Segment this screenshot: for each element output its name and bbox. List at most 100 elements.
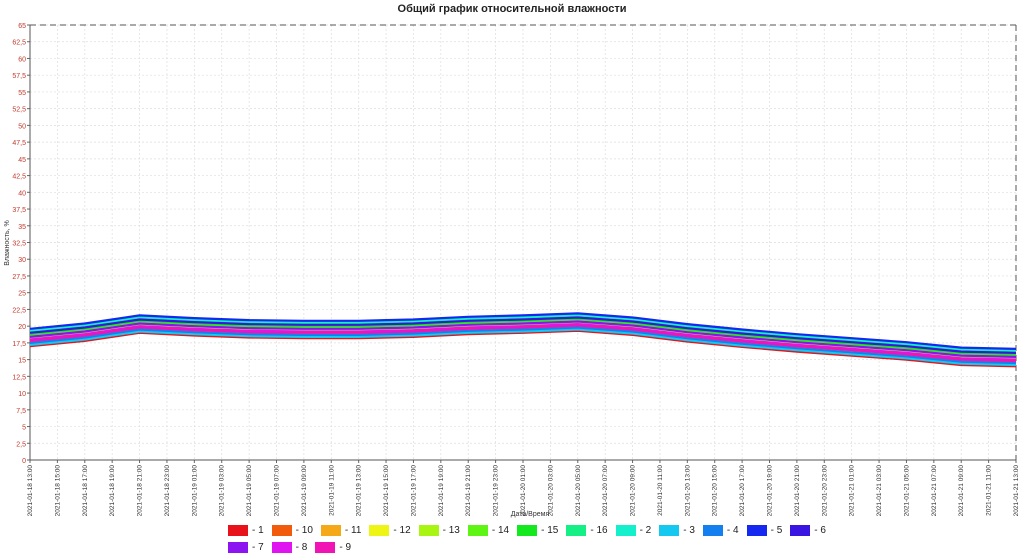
y-tick-label: 32,5	[12, 241, 26, 248]
legend-label: - 14	[491, 525, 510, 536]
x-tick-label: 2021-01-21 05:00	[903, 465, 910, 517]
legend-item-2: - 2	[615, 523, 652, 538]
x-tick-label: 2021-01-20 23:00	[821, 465, 828, 517]
x-tick-label: 2021-01-18 23:00	[164, 465, 171, 517]
y-tick-label: 2,5	[16, 441, 26, 448]
legend-label: - 7	[252, 542, 264, 553]
x-tick-label: 2021-01-21 03:00	[876, 465, 883, 517]
y-tick-label: 27,5	[12, 274, 26, 281]
gridlines	[29, 24, 1017, 461]
y-tick-label: 42,5	[12, 174, 26, 181]
legend-label: - 5	[770, 525, 783, 536]
legend-swatch	[320, 525, 341, 536]
x-tick-label: 2021-01-19 15:00	[383, 465, 390, 517]
x-tick-label: 2021-01-20 17:00	[739, 465, 746, 517]
legend-item-7: - 7	[228, 540, 264, 555]
x-tick-label: 2021-01-21 07:00	[931, 465, 938, 517]
x-tick-label: 2021-01-18 15:00	[54, 465, 61, 517]
legend-swatch	[418, 525, 439, 536]
y-tick-label: 10	[18, 391, 26, 398]
legend-item-11: - 11	[320, 523, 361, 538]
legend-swatch	[615, 525, 636, 536]
y-tick-label: 22,5	[12, 307, 26, 314]
legend-label: - 4	[726, 525, 739, 536]
x-tick-label: 2021-01-20 11:00	[657, 465, 664, 516]
legend-label: - 10	[295, 525, 313, 536]
y-tick-label: 35	[18, 224, 26, 231]
x-tick-label: 2021-01-18 21:00	[137, 465, 144, 517]
y-tick-label: 7,5	[16, 408, 26, 415]
y-tick-label: 55	[18, 90, 26, 97]
legend-label: - 9	[339, 542, 352, 553]
y-tick-label: 17,5	[12, 341, 26, 348]
x-tick-label: 2021-01-19 07:00	[274, 465, 281, 517]
legend-label: - 8	[295, 542, 308, 553]
x-tick-label: 2021-01-19 17:00	[410, 465, 417, 517]
y-tick-label: 50	[18, 123, 26, 130]
legend-label: - 16	[590, 525, 608, 536]
legend-swatch	[566, 525, 587, 536]
legend-item-4: - 4	[702, 523, 739, 538]
legend-label: - 3	[683, 525, 695, 536]
legend-item-5: - 5	[746, 523, 783, 538]
legend-item-13: - 13	[418, 523, 460, 538]
legend-swatch	[315, 542, 336, 553]
legend-swatch	[271, 542, 292, 553]
legend-label: - 1	[252, 525, 264, 536]
legend-swatch	[702, 525, 723, 536]
legend-swatch	[517, 525, 538, 536]
y-tick-label: 65	[18, 23, 26, 30]
legend-item-6: - 6	[790, 523, 826, 538]
legend-label: - 2	[639, 525, 652, 536]
legend-swatch	[467, 525, 488, 536]
x-tick-label: 2021-01-19 11:00	[328, 465, 335, 516]
legend-swatch	[659, 525, 680, 536]
legend-item-16: - 16	[566, 523, 608, 538]
y-tick-label: 0	[22, 458, 26, 465]
x-tick-label: 2021-01-20 09:00	[630, 465, 637, 517]
x-tick-label: 2021-01-19 09:00	[301, 465, 308, 517]
x-tick-label: 2021-01-19 03:00	[219, 465, 226, 517]
x-tick-label: 2021-01-20 13:00	[684, 465, 691, 517]
legend-swatch	[369, 525, 390, 536]
x-tick-label: 2021-01-20 01:00	[520, 465, 527, 517]
legend-item-14: - 14	[467, 523, 510, 538]
x-tick-label: 2021-01-20 07:00	[602, 465, 609, 517]
x-tick-label: 2021-01-20 03:00	[547, 465, 554, 517]
y-tick-label: 62,5	[12, 40, 26, 47]
x-tick-label: 2021-01-21 09:00	[958, 465, 965, 517]
legend-label: - 15	[541, 525, 559, 536]
legend-item-1: - 1	[228, 523, 264, 538]
axis-labels: 02,557,51012,51517,52022,52527,53032,535…	[4, 23, 1020, 518]
legend: - 1 - 10 - 11 - 12 - 13 - 14 - 15 - 16 - 2 - 3 - 4…	[228, 523, 848, 557]
legend-label: - 13	[442, 525, 460, 536]
x-tick-label: 2021-01-19 13:00	[356, 465, 363, 517]
x-tick-label: 2021-01-20 21:00	[794, 465, 801, 517]
y-tick-label: 20	[18, 324, 26, 331]
x-tick-label: 2021-01-18 19:00	[109, 465, 116, 517]
x-tick-label: 2021-01-19 21:00	[465, 465, 472, 517]
x-tick-label: 2021-01-19 19:00	[438, 465, 445, 517]
legend-swatch	[790, 525, 811, 536]
x-tick-label: 2021-01-21 13:00	[1013, 465, 1020, 517]
y-tick-label: 5	[22, 425, 26, 432]
axes	[27, 24, 1017, 463]
chart-plot: 02,557,51012,51517,52022,52527,53032,535…	[4, 23, 1020, 518]
y-tick-label: 37,5	[12, 207, 26, 214]
y-tick-label: 52,5	[12, 107, 26, 114]
y-tick-label: 12,5	[12, 374, 26, 381]
x-axis-title: Дата/Время	[511, 511, 550, 518]
legend-item-8: - 8	[271, 540, 308, 555]
y-tick-label: 40	[18, 190, 26, 197]
y-tick-label: 30	[18, 257, 26, 264]
legend-item-12: - 12	[369, 523, 411, 538]
y-tick-label: 45	[18, 157, 26, 164]
x-tick-label: 2021-01-21 01:00	[849, 465, 856, 517]
legend-swatch	[271, 525, 292, 536]
legend-swatch	[746, 525, 767, 536]
y-tick-label: 25	[18, 291, 26, 298]
x-tick-label: 2021-01-21 11:00	[986, 465, 993, 516]
legend-swatch	[228, 542, 248, 553]
x-tick-label: 2021-01-19 05:00	[246, 465, 253, 517]
y-tick-label: 47,5	[12, 140, 26, 147]
